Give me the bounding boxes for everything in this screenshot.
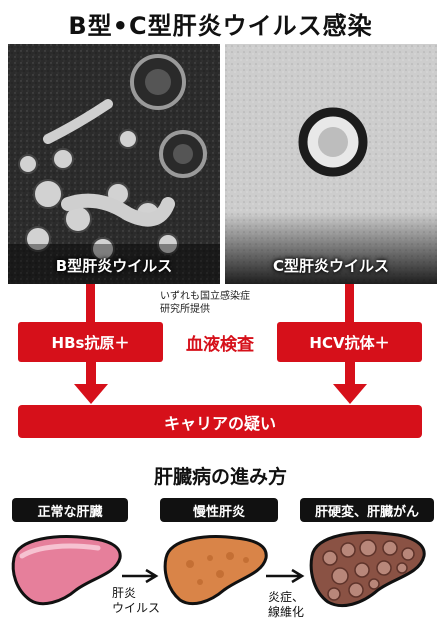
hcv-connector (345, 284, 354, 322)
progress-arrow-2 (266, 568, 305, 584)
cause1-line-1: 肝炎 (112, 586, 137, 600)
cirrhosis-liver-illustration (309, 531, 426, 607)
hcv-antibody-box: HCV抗体＋ (277, 322, 422, 362)
hcv-caption: C型肝炎ウイルス (272, 257, 389, 275)
stage-cirrhosis-cancer-label: 肝硬変、肝臓がん (300, 498, 434, 522)
hbs-antigen-box: HBs抗原＋ (18, 322, 163, 362)
blood-test-label: 血液検査 (186, 335, 254, 355)
stage-chronic-hepatitis-label: 慢性肝炎 (160, 498, 278, 522)
carrier-suspicion-box: キャリアの疑い (18, 405, 422, 438)
chronic-hepatitis-liver-illustration (163, 535, 268, 606)
cause-hepatitis-virus: 肝炎 ウイルス (112, 586, 160, 616)
credit-line-1: いずれも国立感染症 (160, 291, 250, 302)
stage-normal-liver-label: 正常な肝臓 (12, 498, 128, 522)
photo-credit: いずれも国立感染症 研究所提供 (160, 290, 290, 316)
normal-liver-illustration (11, 535, 122, 606)
main-title: B型•C型肝炎ウイルス感染 (68, 12, 373, 40)
hbv-down-arrow (74, 362, 108, 404)
hbv-connector (86, 284, 95, 322)
cause2-line-2: 線維化 (268, 605, 305, 619)
hcv-micrograph: C型肝炎ウイルス (225, 44, 437, 284)
cause-inflammation-fibrosis: 炎症、 線維化 (268, 590, 304, 620)
hcv-down-arrow (333, 362, 367, 404)
progression-title: 肝臓病の進み方 (153, 466, 287, 488)
cause1-line-2: ウイルス (112, 601, 161, 615)
progress-arrow-1 (122, 568, 159, 584)
cause2-line-1: 炎症、 (268, 590, 305, 604)
hbv-micrograph: B型肝炎ウイルス (8, 44, 220, 284)
credit-line-2: 研究所提供 (160, 304, 210, 315)
hbv-caption: B型肝炎ウイルス (55, 257, 173, 275)
